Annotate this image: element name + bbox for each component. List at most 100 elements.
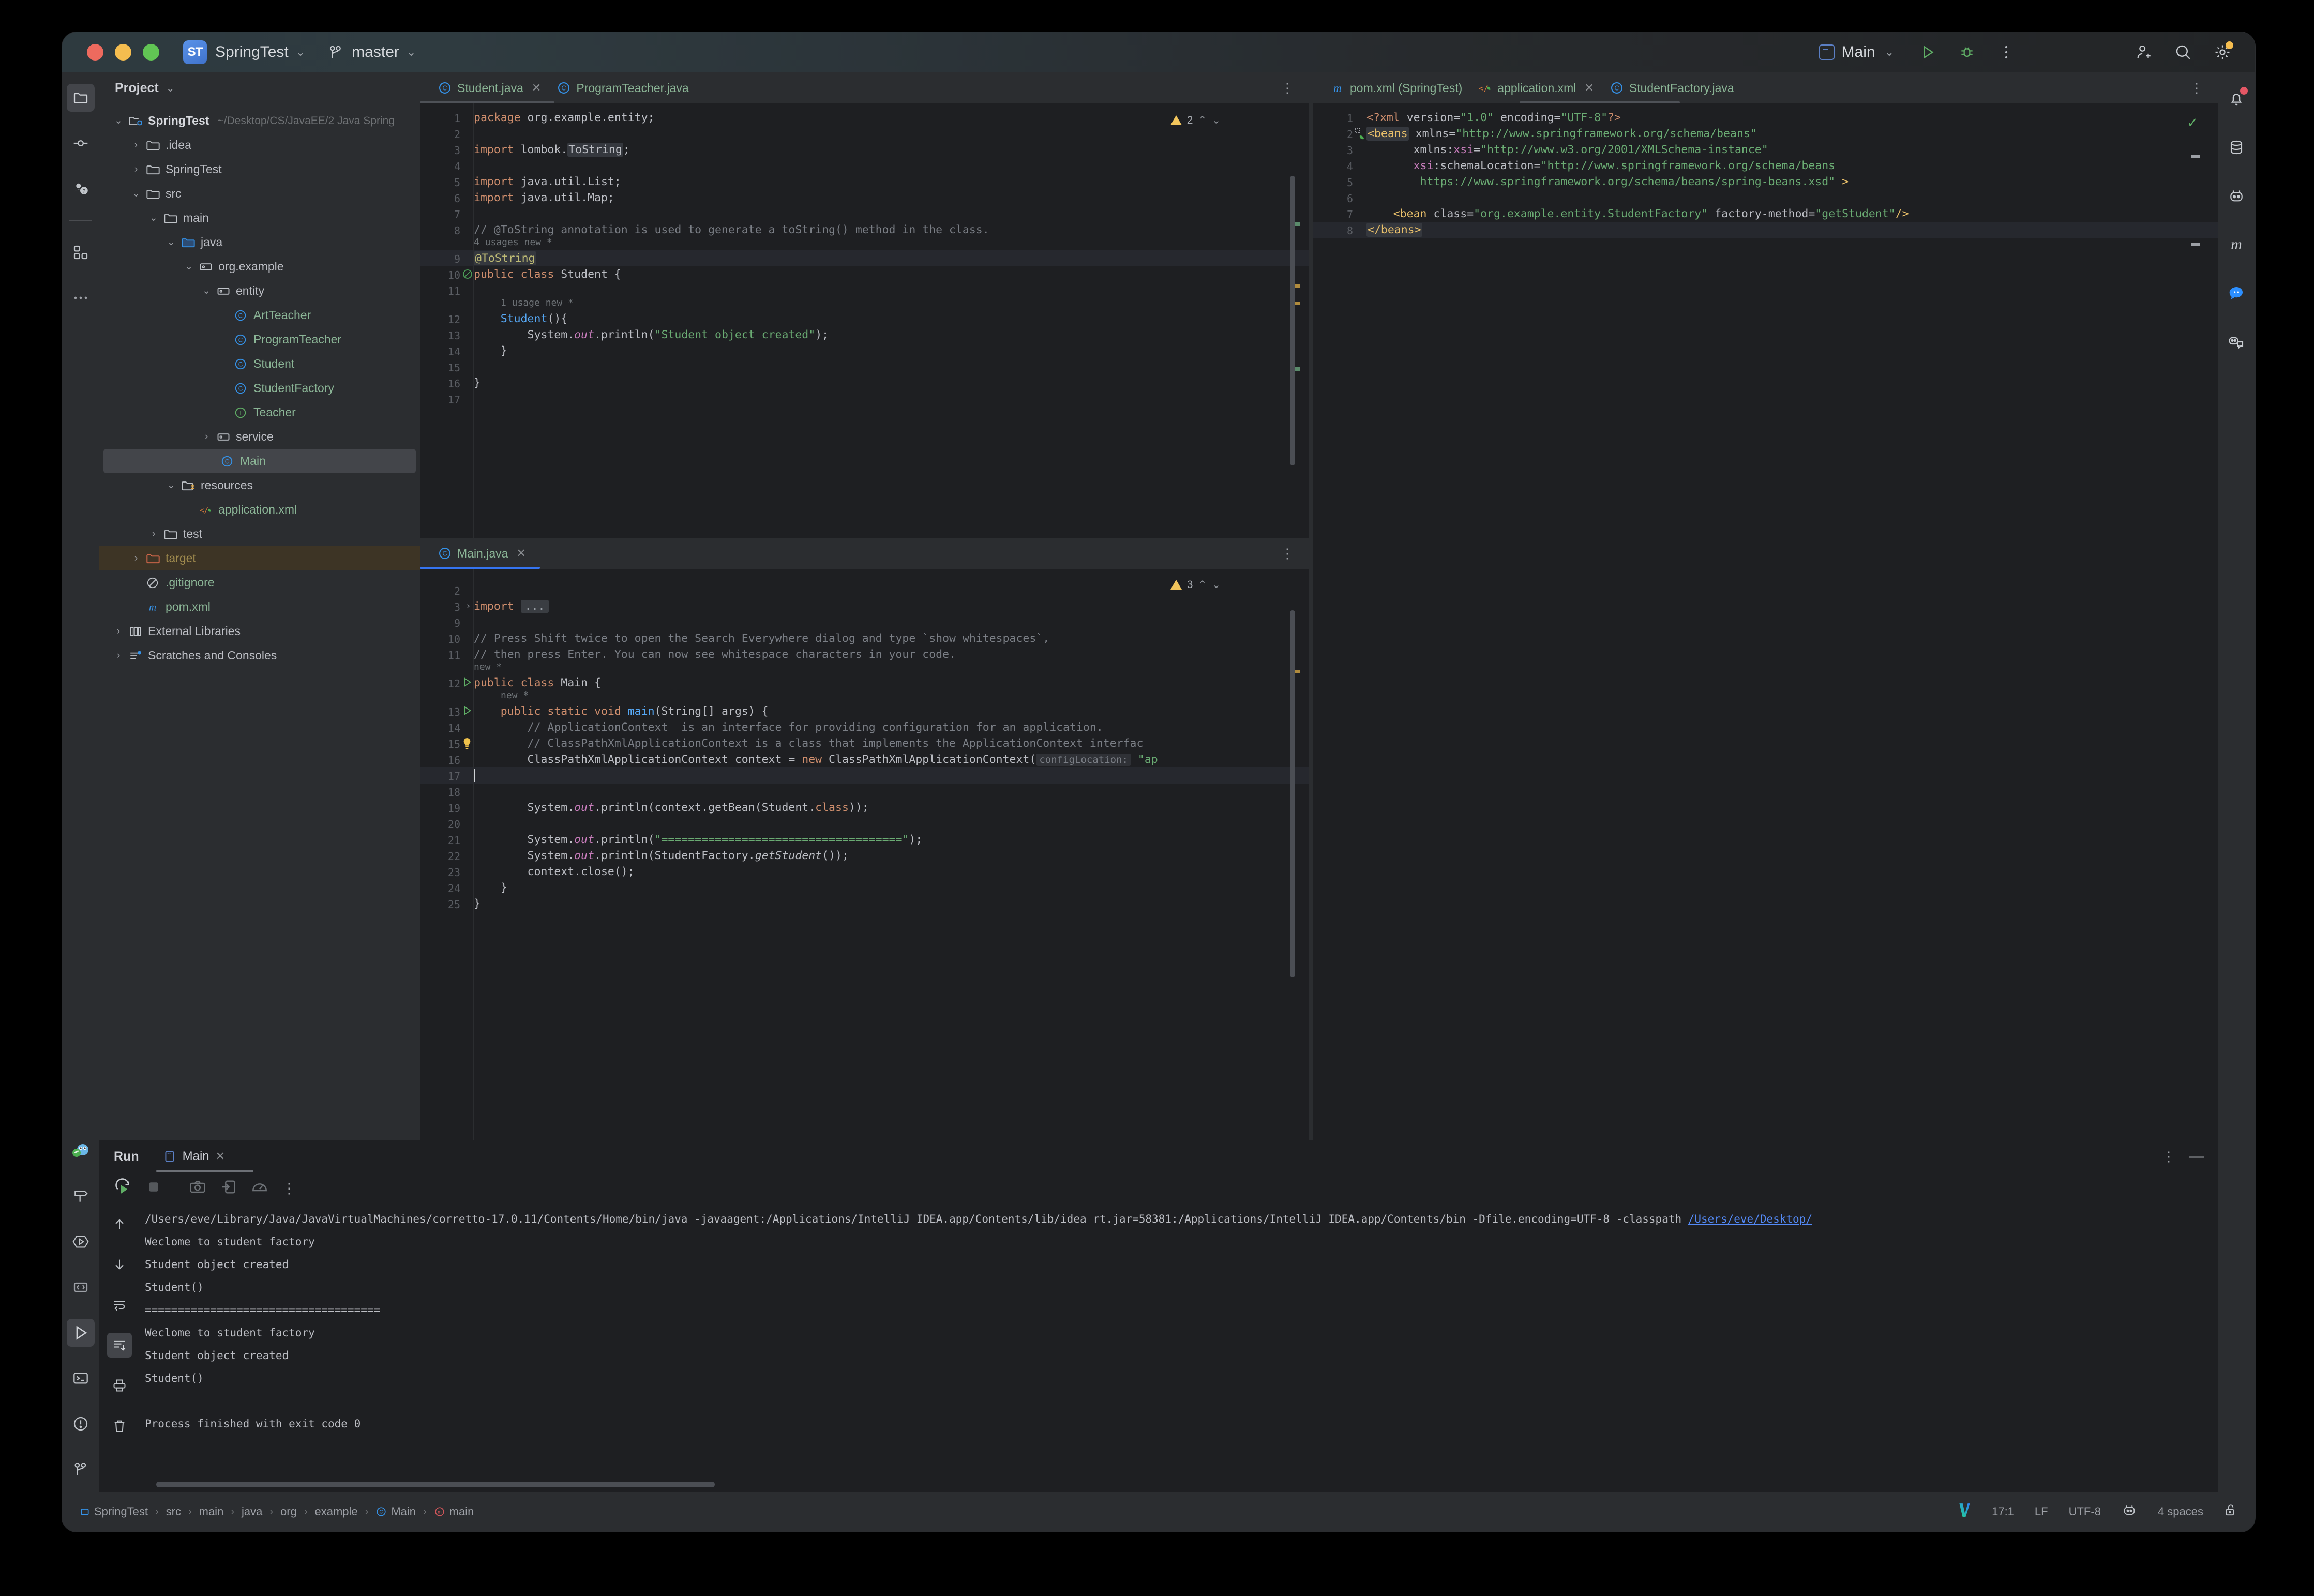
- close-icon[interactable]: ✕: [216, 1150, 225, 1163]
- tree-toggle-icon[interactable]: ›: [147, 529, 160, 540]
- notifications-icon[interactable]: [2222, 85, 2250, 113]
- tab-student-java[interactable]: C Student.java ✕: [433, 72, 552, 103]
- unlocked-icon[interactable]: [2224, 1503, 2237, 1520]
- add-user-icon[interactable]: [2132, 40, 2156, 64]
- chevron-down-icon[interactable]: ⌄: [166, 82, 175, 95]
- tree-toggle-icon[interactable]: ⌄: [182, 261, 196, 273]
- run-tab-main[interactable]: Main ✕: [157, 1140, 231, 1172]
- sidebar-item-structure[interactable]: [67, 238, 95, 266]
- tree-toggle-icon[interactable]: ⌄: [164, 236, 178, 248]
- code-line[interactable]: System.out.println("====================…: [420, 832, 1309, 848]
- ai-assistant-icon[interactable]: [2222, 182, 2250, 210]
- prev-problem-icon[interactable]: ⌃: [1198, 578, 1207, 591]
- tree-toggle-icon[interactable]: ⌄: [112, 115, 125, 127]
- next-problem-icon[interactable]: ⌄: [1212, 114, 1221, 127]
- tree-item-artteacher[interactable]: C ArtTeacher: [99, 303, 420, 327]
- editor-tab-options-icon[interactable]: ⋮: [2190, 80, 2218, 96]
- code-line[interactable]: [420, 614, 1309, 630]
- search-icon[interactable]: [2171, 40, 2195, 64]
- breadcrumb-item-main[interactable]: main: [199, 1505, 224, 1518]
- tree-item-org-example[interactable]: ⌄ org.example: [99, 254, 420, 279]
- code-line[interactable]: // @ToString annotation is used to gener…: [420, 222, 1309, 238]
- close-icon[interactable]: ✕: [516, 547, 525, 560]
- editor-tab-options-icon[interactable]: ⋮: [1281, 546, 1309, 562]
- code-line[interactable]: <beans xmlns="http://www.springframework…: [1313, 126, 2218, 142]
- branch-name[interactable]: master: [352, 43, 399, 61]
- code-line[interactable]: [420, 391, 1309, 407]
- more-icon[interactable]: ⋮: [282, 1180, 296, 1197]
- sidebar-item-version-control[interactable]: [67, 1455, 95, 1483]
- inspection-ok-icon[interactable]: ✓: [2187, 115, 2198, 131]
- code-line[interactable]: }: [420, 896, 1309, 912]
- tree-item-springtest[interactable]: ⌄ SpringTest ~/Desktop/CS/JavaEE/2 Java Sp…: [99, 109, 420, 133]
- tree-toggle-icon[interactable]: ›: [112, 626, 125, 637]
- tree-toggle-icon[interactable]: ⌄: [129, 188, 143, 200]
- gear-icon[interactable]: [2211, 40, 2234, 64]
- code-area-student[interactable]: 1 package org.example.entity; 2 3 import lom…: [420, 103, 1309, 538]
- window-controls[interactable]: [87, 44, 159, 61]
- print-icon[interactable]: [107, 1373, 132, 1398]
- code-line[interactable]: import java.util.Map;: [420, 190, 1309, 206]
- code-line[interactable]: public class Main {: [420, 675, 1309, 691]
- more-tool-windows-icon[interactable]: [67, 284, 95, 312]
- code-line[interactable]: // ApplicationContext is an interface fo…: [420, 719, 1309, 735]
- scroll-up-icon[interactable]: [107, 1212, 132, 1237]
- breadcrumb-item-src[interactable]: src: [166, 1505, 181, 1518]
- vertical-scrollbar-bottom[interactable]: [1290, 610, 1295, 977]
- tree-item-teacher[interactable]: I Teacher: [99, 400, 420, 425]
- breadcrumb-item-org[interactable]: org: [280, 1505, 297, 1518]
- breadcrumb-item-java[interactable]: java: [242, 1505, 262, 1518]
- tree-toggle-icon[interactable]: ⌄: [164, 479, 178, 491]
- tree-item-application-xml[interactable]: </ application.xml: [99, 498, 420, 522]
- chevron-down-icon[interactable]: ⌄: [296, 46, 305, 59]
- code-line[interactable]: public static void main(String[] args) {: [420, 703, 1309, 719]
- code-line[interactable]: }: [420, 375, 1309, 391]
- code-hint[interactable]: 4 usages new *: [474, 237, 552, 248]
- code-line[interactable]: System.out.println(StudentFactory.getStu…: [420, 848, 1309, 864]
- project-tree[interactable]: ⌄ SpringTest ~/Desktop/CS/JavaEE/2 Java Sp…: [99, 103, 420, 668]
- line-separator[interactable]: LF: [2035, 1505, 2048, 1518]
- code-line[interactable]: [420, 816, 1309, 832]
- tree-item-scratches-and-consoles[interactable]: › Scratches and Consoles: [99, 643, 420, 668]
- next-problem-icon[interactable]: ⌄: [1212, 578, 1221, 591]
- code-line[interactable]: <?xml version="1.0" encoding="UTF-8"?>: [1313, 110, 2218, 126]
- code-line[interactable]: }: [420, 343, 1309, 359]
- code-line[interactable]: // ClassPathXmlApplicationContext is a c…: [420, 735, 1309, 751]
- tree-toggle-icon[interactable]: ›: [129, 164, 143, 175]
- editor-tab-options-icon[interactable]: ⋮: [1281, 80, 1309, 96]
- sidebar-item-project[interactable]: [67, 84, 95, 112]
- tree-toggle-icon[interactable]: ›: [200, 431, 213, 443]
- code-hint[interactable]: 1 usage new *: [501, 297, 574, 308]
- code-line[interactable]: @ToString: [420, 250, 1309, 266]
- code-with-me-icon[interactable]: [2222, 328, 2250, 356]
- project-badge[interactable]: ST: [183, 40, 207, 64]
- close-icon[interactable]: ✕: [532, 81, 541, 95]
- tab-application-xml[interactable]: </ application.xml ✕: [1474, 72, 1605, 103]
- tree-item-src[interactable]: ⌄ src: [99, 182, 420, 206]
- sidebar-item-terminal[interactable]: [67, 1364, 95, 1392]
- code-line[interactable]: // then press Enter. You can now see whi…: [420, 646, 1309, 663]
- breadcrumb-item-main[interactable]: C Main: [375, 1505, 416, 1518]
- sidebar-item-commit[interactable]: [67, 129, 95, 157]
- breadcrumb-item-main[interactable]: m main: [434, 1505, 474, 1518]
- code-line[interactable]: [1313, 190, 2218, 206]
- tree-toggle-icon[interactable]: ⌄: [200, 285, 213, 297]
- tree-item-test[interactable]: › test: [99, 522, 420, 546]
- tree-item--gitignore[interactable]: .gitignore: [99, 570, 420, 595]
- stop-icon[interactable]: [146, 1179, 161, 1197]
- database-icon[interactable]: [2222, 133, 2250, 161]
- inspection-widget-bottom[interactable]: 3 ⌃ ⌄: [1170, 578, 1221, 591]
- code-line[interactable]: System.out.println("Student object creat…: [420, 327, 1309, 343]
- tree-item-studentfactory[interactable]: C StudentFactory: [99, 376, 420, 400]
- camera-icon[interactable]: [189, 1178, 206, 1198]
- console-horizontal-scrollbar[interactable]: [156, 1482, 715, 1487]
- code-line[interactable]: [420, 158, 1309, 174]
- scroll-to-end-icon[interactable]: [107, 1333, 132, 1358]
- code-line[interactable]: [420, 359, 1309, 375]
- maximize-window-button[interactable]: [143, 44, 159, 61]
- code-line[interactable]: context.close();: [420, 864, 1309, 880]
- console-output[interactable]: /Users/eve/Library/Java/JavaVirtualMachi…: [140, 1203, 2218, 1492]
- code-line[interactable]: public class Student {: [420, 266, 1309, 282]
- console-link[interactable]: /Users/eve/Desktop/: [1688, 1213, 1812, 1225]
- tree-item-main[interactable]: ⌄ main: [99, 206, 420, 230]
